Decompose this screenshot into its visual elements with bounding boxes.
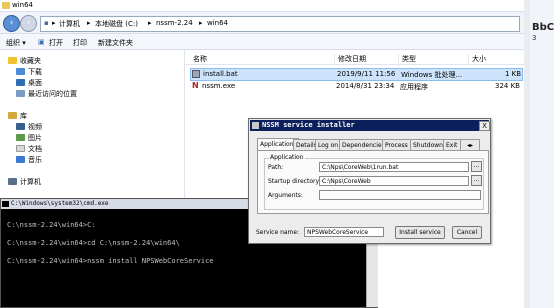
file-row-nssm-exe[interactable]: N nssm.exe 2014/8/31 23:34 应用程序 324 KB (190, 81, 521, 92)
breadcrumb-drive[interactable]: 本地磁盘 (C:) (95, 19, 138, 29)
background-window-edge: BbC 3 (530, 0, 554, 308)
open-icon: ▣ (38, 38, 45, 46)
nav-pictures[interactable]: 图片 (16, 133, 42, 143)
nav-downloads[interactable]: 下载 (16, 67, 42, 77)
side-count: 3 (532, 34, 537, 42)
explorer-title-bar[interactable]: win64 (0, 0, 525, 12)
column-type[interactable]: 类型 (398, 54, 416, 64)
file-row-install-bat[interactable]: install.bat 2019/9/11 11:56 Windows 批处理.… (190, 68, 523, 81)
column-header: 名称 修改日期 类型 大小 (186, 52, 525, 65)
breadcrumb-win64[interactable]: win64 (207, 19, 228, 27)
application-group: Application Path: C:\Nps\CoreWeb\1run.ba… (264, 154, 484, 210)
nav-music[interactable]: 音乐 (16, 155, 42, 165)
path-label: Path: (268, 164, 284, 171)
music-icon (16, 156, 25, 163)
nssm-app-icon (252, 122, 259, 129)
cmd-line: C:\nssm-2.24\win64>cd C:\nssm-2.24\win64… (7, 239, 180, 247)
arguments-label: Arguments: (268, 192, 303, 199)
folder-icon (2, 2, 10, 9)
nav-videos[interactable]: 视频 (16, 122, 42, 132)
breadcrumb-separator: ▸ (87, 19, 91, 27)
file-modified: 2014/8/31 23:34 (336, 82, 395, 90)
breadcrumb-separator: ▸ (199, 19, 203, 27)
desktop-icon (16, 79, 25, 86)
service-name-label: Service name: (256, 229, 300, 236)
nav-documents[interactable]: 文档 (16, 144, 42, 154)
group-label: Application (269, 154, 305, 161)
library-icon (8, 112, 17, 119)
organize-menu[interactable]: 组织 ▾ (6, 38, 26, 48)
breadcrumb-separator: ▸ (148, 19, 152, 27)
forward-button[interactable]: › (20, 15, 37, 32)
address-bar: ‹ › ▪ 计算机 ▸ ▸ 本地磁盘 (C:) ▸ nssm-2.24 ▸ wi… (0, 12, 525, 34)
print-button[interactable]: 打印 (73, 38, 87, 48)
computer-icon: ▪ (44, 19, 49, 27)
file-type: 应用程序 (400, 83, 428, 91)
address-field[interactable]: ▪ 计算机 ▸ ▸ 本地磁盘 (C:) ▸ nssm-2.24 ▸ win64 (40, 16, 520, 32)
computer-icon (8, 178, 17, 185)
column-modified[interactable]: 修改日期 (334, 54, 366, 64)
service-name-field[interactable]: NPSWebCoreService (304, 227, 384, 237)
pictures-icon (16, 134, 25, 141)
application-tab-panel: Application Path: C:\Nps\CoreWeb\1run.ba… (257, 150, 489, 214)
back-button[interactable]: ‹ (3, 15, 20, 32)
startup-directory-field[interactable]: C:\Nps\CoreWeb (319, 176, 469, 186)
side-heading: BbC (532, 22, 554, 33)
nav-libraries[interactable]: 库 (8, 111, 27, 121)
breadcrumb-computer[interactable]: 计算机 (59, 19, 80, 29)
cmd-line: C:\nssm-2.24\win64>nssm install NPSWebCo… (7, 257, 214, 265)
startup-browse-button[interactable]: ... (471, 175, 482, 186)
file-modified: 2019/9/11 11:56 (337, 70, 396, 78)
documents-icon (16, 145, 25, 152)
cmd-title: C:\Windows\system32\cmd.exe (11, 200, 109, 207)
new-folder-button[interactable]: 新建文件夹 (98, 38, 133, 48)
breadcrumb-separator: ▸ (52, 19, 56, 27)
file-type: Windows 批处理... (401, 71, 463, 79)
nssm-app-icon: N (192, 81, 199, 90)
file-name: nssm.exe (202, 82, 236, 90)
nssm-title-bar[interactable]: NSSM service installer X (250, 120, 490, 131)
arguments-field[interactable] (319, 190, 481, 200)
cmd-line: C:\nssm-2.24\win64>C: (7, 221, 96, 229)
path-field[interactable]: C:\Nps\CoreWeb\1run.bat (319, 162, 469, 172)
column-size[interactable]: 大小 (468, 54, 486, 64)
startup-directory-label: Startup directory: (268, 178, 321, 185)
file-size: 1 KB (505, 70, 522, 78)
batch-file-icon (192, 70, 200, 78)
install-service-button[interactable]: Install service (395, 226, 445, 239)
nssm-dialog: NSSM service installer X Application Det… (248, 118, 491, 244)
nav-favorites[interactable]: 收藏夹 (8, 56, 41, 66)
file-size: 324 KB (495, 82, 520, 90)
breadcrumb-nssm[interactable]: nssm-2.24 (156, 19, 193, 27)
recent-places-icon (16, 90, 25, 97)
close-button[interactable]: X (479, 121, 490, 131)
nav-computer[interactable]: 计算机 (8, 177, 41, 187)
column-name[interactable]: 名称 (190, 54, 207, 64)
nav-recent[interactable]: 最近访问的位置 (16, 89, 77, 99)
file-name: install.bat (203, 70, 238, 78)
download-icon (16, 68, 25, 75)
open-button[interactable]: 打开 (49, 38, 63, 48)
window-title: win64 (12, 1, 34, 9)
command-bar: 组织 ▾ ▣ 打开 打印 新建文件夹 (0, 34, 525, 50)
video-icon (16, 123, 25, 130)
cancel-button[interactable]: Cancel (452, 226, 482, 239)
nssm-title: NSSM service installer (262, 121, 355, 129)
star-icon (8, 57, 17, 64)
navigation-pane: 收藏夹 下载 桌面 最近访问的位置 库 视频 图片 文档 音乐 计算机 (0, 50, 185, 200)
nav-desktop[interactable]: 桌面 (16, 78, 42, 88)
cmd-icon (2, 201, 9, 207)
path-browse-button[interactable]: ... (471, 161, 482, 172)
